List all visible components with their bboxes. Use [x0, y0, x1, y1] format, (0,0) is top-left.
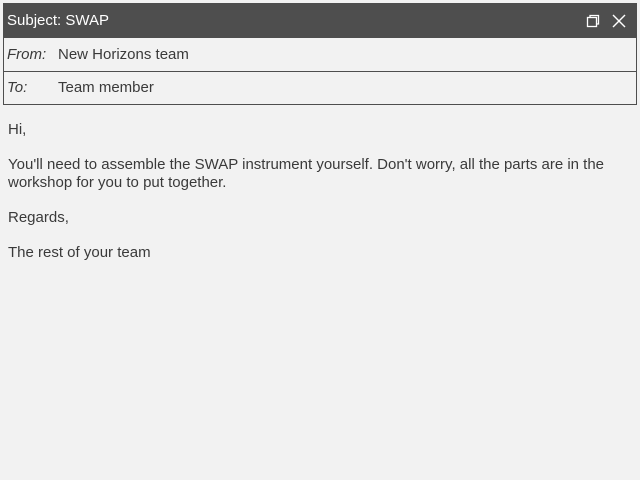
- signature: The rest of your team: [8, 244, 151, 261]
- restore-icon: [586, 14, 600, 28]
- from-label: From:: [7, 46, 47, 63]
- from-row: From: New Horizons team: [4, 38, 636, 72]
- window-controls: [577, 11, 629, 31]
- restore-button[interactable]: [583, 11, 603, 31]
- greeting: Hi,: [8, 121, 27, 138]
- to-label: To:: [7, 79, 28, 96]
- to-value: Team member: [58, 79, 154, 96]
- close-icon: [612, 14, 626, 28]
- email-subject: Subject: SWAP: [7, 12, 109, 29]
- email-header: From: New Horizons team To: Team member: [3, 38, 637, 105]
- from-value: New Horizons team: [58, 46, 189, 63]
- title-bar: Subject: SWAP: [3, 3, 637, 38]
- message-text: You'll need to assemble the SWAP instrum…: [8, 156, 605, 191]
- email-window: Subject: SWAP From: New Horizons team To…: [0, 0, 640, 480]
- signoff: Regards,: [8, 209, 69, 226]
- close-button[interactable]: [609, 11, 629, 31]
- email-body: Hi, You'll need to assemble the SWAP ins…: [8, 121, 608, 279]
- to-row: To: Team member: [4, 71, 636, 104]
